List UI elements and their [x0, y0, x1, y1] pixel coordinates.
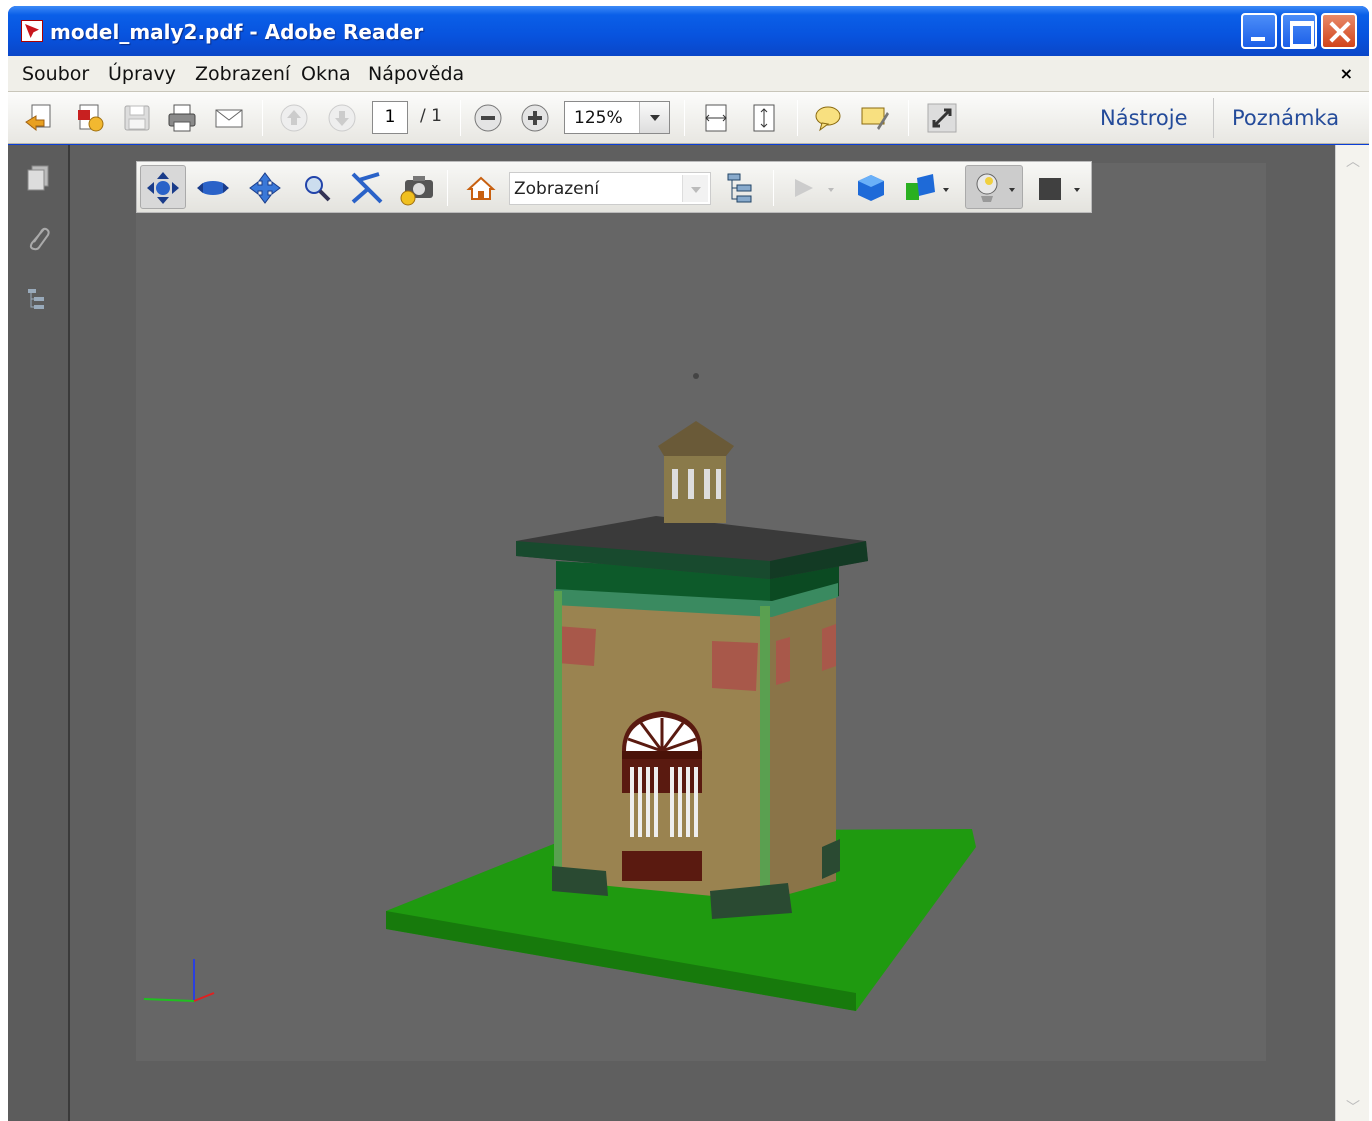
pages-icon[interactable]: [24, 163, 54, 193]
zoom-value: 125%: [574, 108, 623, 128]
lighting-icon[interactable]: [969, 170, 1005, 206]
separator: [460, 100, 461, 136]
chevron-down-icon[interactable]: [828, 188, 834, 192]
chevron-down-icon[interactable]: [943, 188, 949, 192]
separator: [797, 100, 798, 136]
page-number-input[interactable]: 1: [372, 101, 408, 134]
next-page-icon[interactable]: [326, 102, 358, 134]
close-document-button[interactable]: ×: [1340, 64, 1353, 83]
attachment-icon[interactable]: [24, 223, 54, 253]
menu-upravy[interactable]: Úpravy: [108, 63, 176, 85]
chevron-down-icon[interactable]: [639, 102, 669, 133]
email-icon[interactable]: [213, 102, 245, 134]
separator: [1213, 98, 1214, 138]
camera-icon[interactable]: [399, 170, 435, 206]
zoom-in-icon[interactable]: [519, 102, 551, 134]
menu-zobrazeni[interactable]: Zobrazení: [195, 63, 290, 85]
title-bar[interactable]: model_maly2.pdf - Adobe Reader: [8, 6, 1369, 56]
chevron-down-icon[interactable]: [1074, 188, 1080, 192]
open-icon[interactable]: [24, 102, 56, 134]
fullscreen-icon[interactable]: [926, 102, 958, 134]
previous-page-icon[interactable]: [278, 102, 310, 134]
play-animation-icon[interactable]: [787, 170, 823, 206]
fly-icon[interactable]: [349, 170, 385, 206]
pdf-icon: [21, 20, 43, 42]
navigation-pane: [8, 145, 70, 1121]
projection-icon[interactable]: [853, 170, 889, 206]
chapel-model: [516, 373, 868, 919]
zoom-3d-icon[interactable]: [299, 170, 335, 206]
spin-icon[interactable]: [195, 170, 231, 206]
model-tree-icon[interactable]: [24, 285, 54, 315]
create-pdf-icon[interactable]: [74, 102, 106, 134]
maximize-button[interactable]: [1281, 13, 1317, 49]
minimize-button[interactable]: [1241, 13, 1277, 49]
scroll-down-icon[interactable]: ﹀: [1343, 1097, 1363, 1117]
main-toolbar: 1 / 1 125% Nástroje Poznámka: [8, 92, 1369, 144]
render-mode-icon[interactable]: [903, 170, 939, 206]
separator: [908, 100, 909, 136]
comment-icon[interactable]: [812, 102, 844, 134]
page-total: / 1: [420, 106, 442, 126]
pan-icon[interactable]: [247, 170, 283, 206]
rotate-icon[interactable]: [145, 170, 181, 206]
menu-napoveda[interactable]: Nápověda: [368, 63, 464, 85]
highlight-icon[interactable]: [859, 102, 891, 134]
background-color-icon[interactable]: [1033, 170, 1069, 206]
view-select-value: Zobrazení: [514, 179, 600, 199]
zoom-select[interactable]: 125%: [564, 101, 670, 134]
vertical-scrollbar[interactable]: ︿ ﹀: [1335, 145, 1369, 1121]
menu-okna[interactable]: Okna: [301, 63, 351, 85]
separator: [262, 100, 263, 136]
fit-page-icon[interactable]: [748, 102, 780, 134]
scroll-up-icon[interactable]: ︿: [1343, 151, 1363, 171]
tools-link[interactable]: Nástroje: [1100, 106, 1188, 130]
separator: [773, 170, 774, 206]
application-window: model_maly2.pdf - Adobe Reader Soubor Úp…: [8, 6, 1369, 1121]
home-icon[interactable]: [463, 170, 499, 206]
separator: [684, 100, 685, 136]
menu-bar: Soubor Úpravy Zobrazení Okna Nápověda ×: [8, 56, 1369, 92]
3d-toolbar: Zobrazení: [136, 161, 1092, 213]
axis-gizmo: [143, 959, 215, 1002]
3d-model-scene[interactable]: [136, 211, 1266, 1061]
document-area: Zobrazení ︿ ﹀: [8, 145, 1369, 1121]
zoom-out-icon[interactable]: [472, 102, 504, 134]
separator: [447, 170, 448, 206]
menu-soubor[interactable]: Soubor: [22, 63, 89, 85]
close-button[interactable]: [1321, 13, 1357, 49]
chevron-down-icon[interactable]: [682, 175, 708, 202]
chevron-down-icon[interactable]: [1009, 188, 1015, 192]
comment-link[interactable]: Poznámka: [1232, 106, 1339, 130]
fit-width-icon[interactable]: [700, 102, 732, 134]
view-select[interactable]: Zobrazení: [509, 172, 711, 205]
model-tree-toggle-icon[interactable]: [723, 170, 759, 206]
print-icon[interactable]: [166, 102, 198, 134]
window-title: model_maly2.pdf - Adobe Reader: [50, 20, 424, 44]
save-icon[interactable]: [121, 102, 153, 134]
